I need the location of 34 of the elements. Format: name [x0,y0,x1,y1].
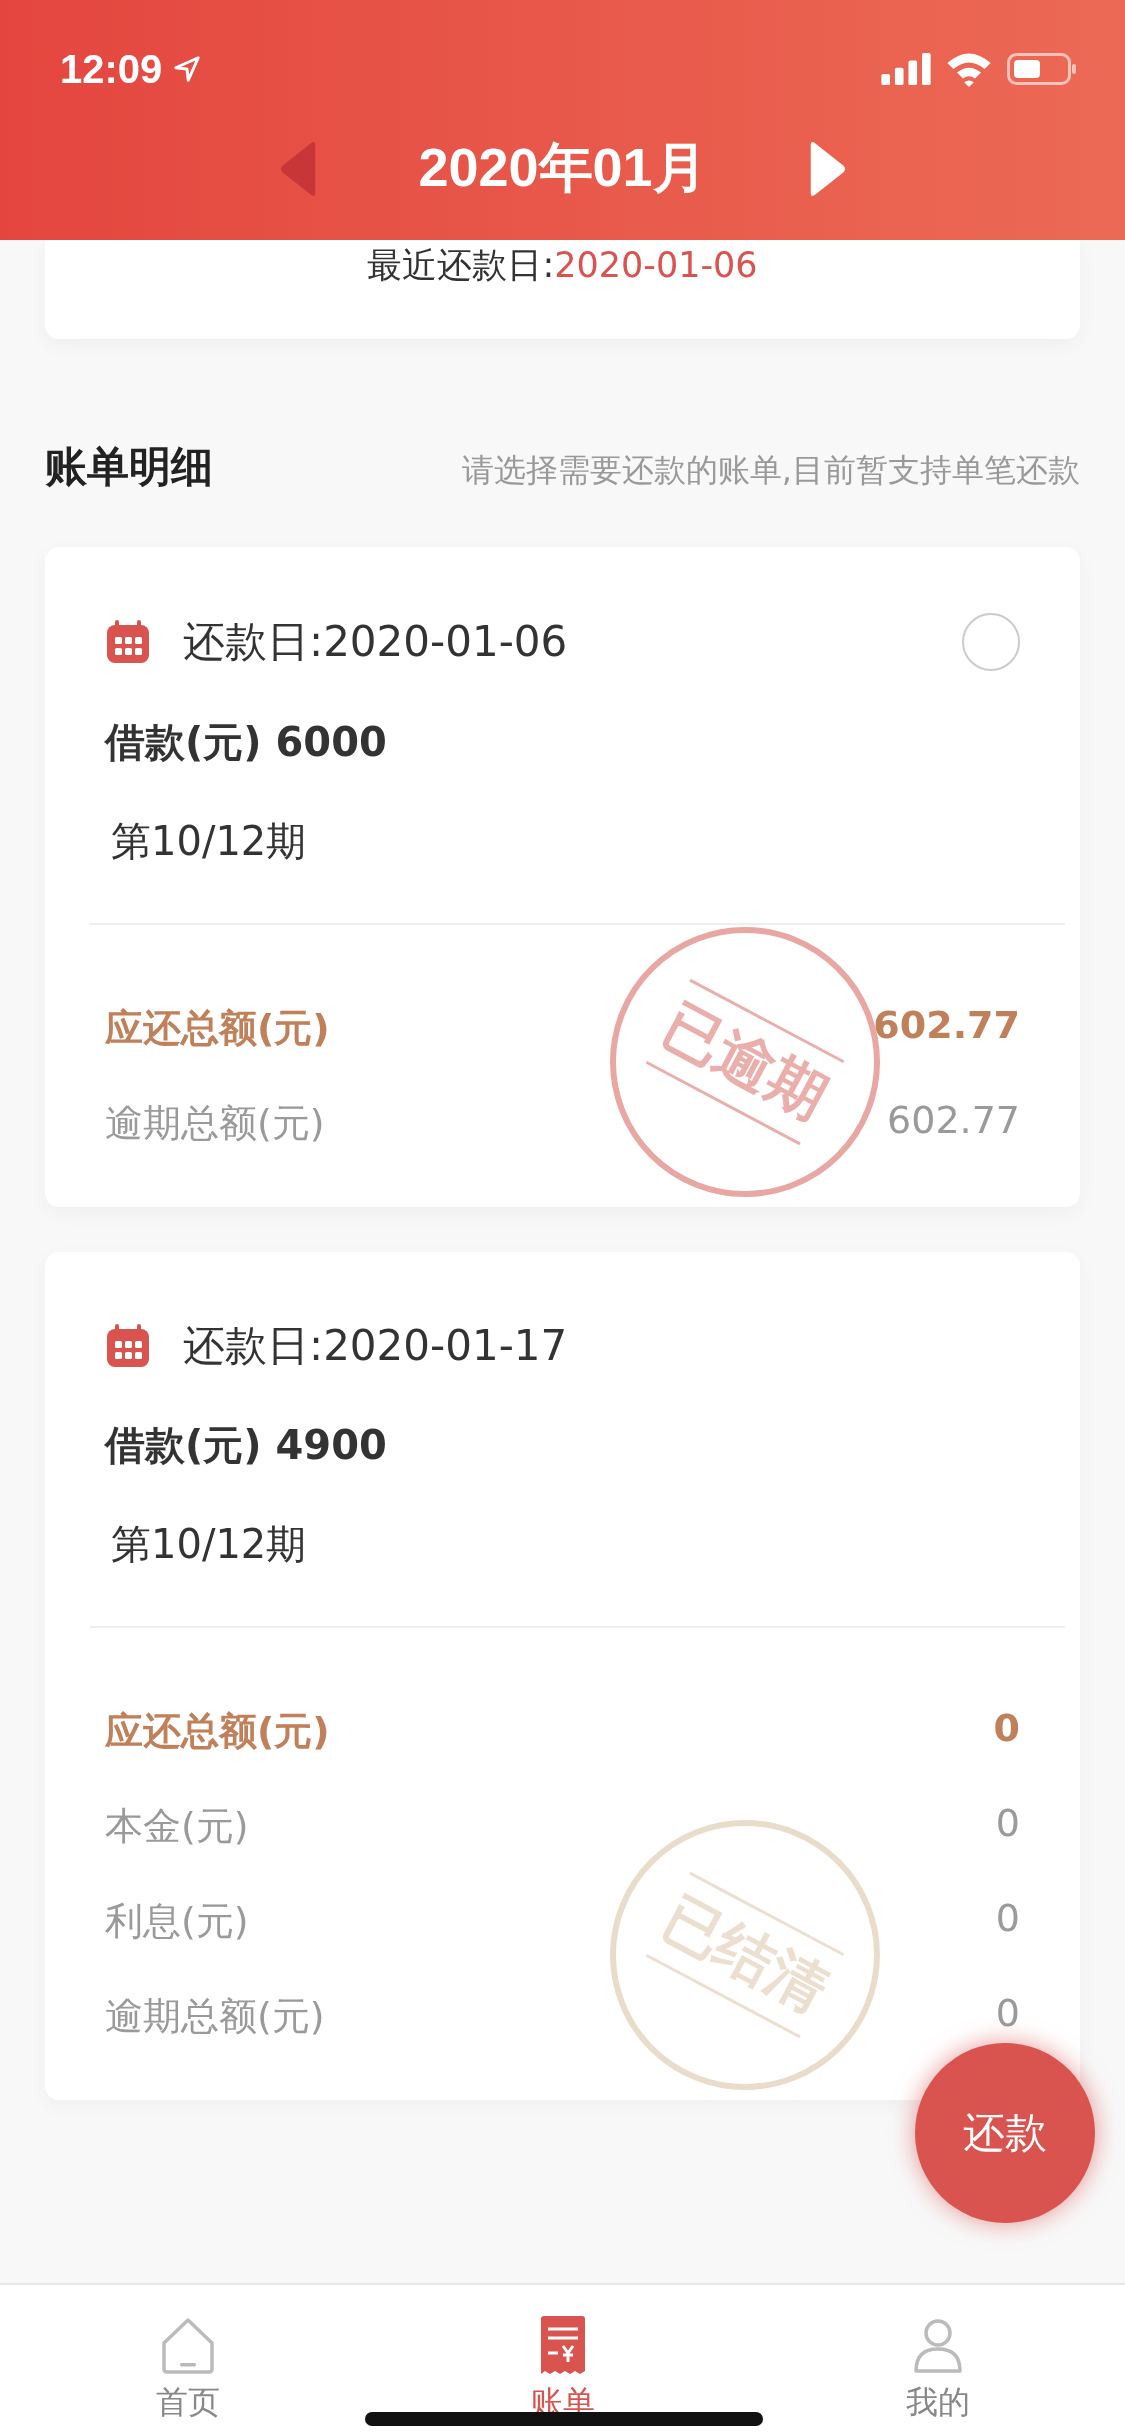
loan-amount: 借款(元) 4900 [105,1421,388,1470]
installment-period: 第10/12期 [110,1520,308,1569]
amount-value: 0 [995,1801,1020,1847]
battery-icon [1007,53,1077,85]
signal-icon [881,53,931,85]
calendar-icon [105,1323,151,1369]
amount-value: 0 [995,1991,1020,2037]
amount-label: 逾期总额(元) [105,1100,325,1147]
due-date: 还款日:2020-01-17 [183,1320,568,1372]
amount-label: 应还总额(元) [105,1708,330,1755]
installment-period: 第10/12期 [110,817,308,866]
amount-label: 逾期总额(元) [105,1993,325,2040]
tab-item[interactable]: 首页 [0,2285,375,2436]
select-radio[interactable] [962,613,1020,671]
wifi-icon [945,51,993,87]
status-time: 12:09 [60,46,163,92]
summary-label: 最近还款日: [367,245,555,285]
location-arrow-icon [172,54,203,84]
amount-label: 利息(元) [105,1898,249,1945]
section-hint: 请选择需要还款的账单,目前暂支持单笔还款 [461,450,1080,491]
tab-item[interactable]: 我的 [750,2285,1125,2436]
repay-button[interactable]: 还款 [915,2043,1095,2223]
loan-amount: 借款(元) 6000 [105,718,388,767]
month-title: 2020年01月 [417,136,708,199]
amount-value: 0 [993,1706,1020,1752]
calendar-icon [105,619,151,665]
amount-value: 602.77 [887,1098,1020,1144]
amount-value: 0 [995,1896,1020,1942]
due-date: 还款日:2020-01-06 [183,616,568,668]
section-title: 账单明细 [45,441,213,493]
summary-date: 2020-01-06 [554,245,758,285]
amount-label: 应还总额(元) [105,1005,330,1052]
bill-card[interactable]: 已逾期 还款日:2020-01-06 借款(元) 6000 第10/12期 应还总额(元) 602.77 逾期总额(元) 602.77 [45,547,1080,1207]
amount-label: 本金(元) [105,1803,249,1850]
